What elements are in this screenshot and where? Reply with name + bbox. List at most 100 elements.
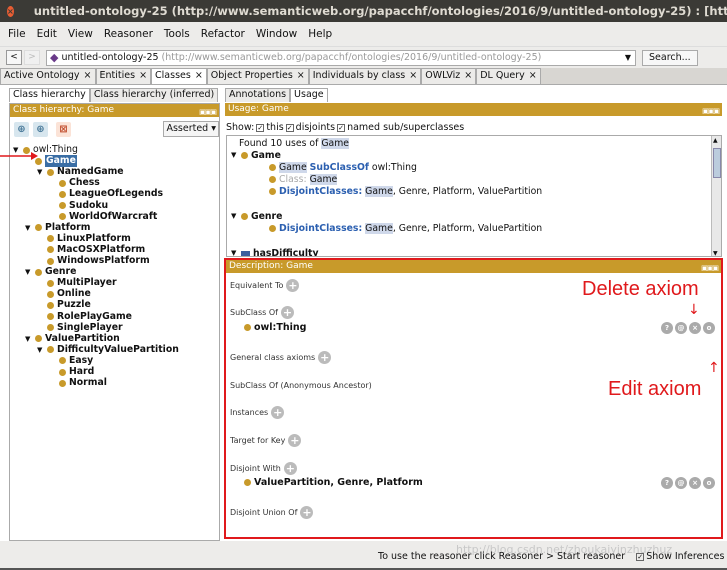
edit-axiom-icon[interactable]: o [703,322,715,334]
named-superclasses-checkbox[interactable]: ✓ [337,123,346,132]
description-header: Description: Game ▣▣▣ [226,260,721,273]
menu-file[interactable]: File [8,28,26,40]
status-bar: http://blog.csdn.net/zhoukaiyinzhuzhuz T… [0,541,727,570]
disjoint-axiom[interactable]: ValuePartition, Genre, Platform [244,477,423,488]
scroll-down-icon[interactable]: ▼ [713,250,718,256]
class-icon [244,324,251,331]
expand-toggle-icon[interactable]: ▼ [37,344,46,356]
delete-class-icon[interactable]: ⊠ [56,121,71,137]
panel-controls-icon[interactable]: ▣▣▣ [701,262,719,275]
class-icon [47,290,54,298]
class-icon [47,324,54,332]
section-subclass-anonymous: SubClass Of (Anonymous Ancestor) [230,381,372,390]
add-general-axiom-icon[interactable]: + [318,351,332,364]
object-property-icon [241,250,250,256]
dropdown-arrow-icon[interactable]: ▼ [625,53,631,62]
usage-row[interactable]: DisjointClasses: Game, Genre, Platform, … [269,185,542,197]
expand-toggle-icon[interactable]: ▼ [25,222,34,234]
scroll-up-icon[interactable]: ▲ [713,137,718,144]
menu-view[interactable]: View [68,28,93,40]
tab-class-hierarchy-inferred[interactable]: Class hierarchy (inferred) [89,88,219,102]
back-button[interactable]: < [6,50,22,65]
close-tab-icon[interactable]: × [84,70,92,81]
usage-row[interactable]: Class: Game [269,173,338,185]
section-equivalent-to: Equivalent To + [230,279,300,292]
delete-axiom-annotation: Delete axiom [582,278,699,300]
expand-toggle-icon[interactable]: ▼ [37,166,46,178]
tab-usage[interactable]: Usage [290,88,328,102]
class-icon [269,224,276,232]
tab-classes[interactable]: Classes × [151,68,207,84]
forward-button[interactable]: > [24,50,40,65]
close-window-icon[interactable]: × [7,5,14,17]
add-instance-icon[interactable]: + [271,406,285,419]
subclass-axiom[interactable]: owl:Thing [244,322,306,333]
scroll-thumb[interactable] [713,148,721,178]
close-tab-icon[interactable]: × [464,70,472,81]
usage-row[interactable]: Game SubClassOf owl:Thing [269,161,417,173]
delete-axiom-icon[interactable]: × [689,322,701,334]
expand-toggle-icon[interactable]: ▼ [25,333,34,345]
menu-refactor[interactable]: Refactor [201,28,245,40]
menu-reasoner[interactable]: Reasoner [104,28,153,40]
expand-toggle-icon[interactable]: ▼ [25,266,34,278]
menu-edit[interactable]: Edit [37,28,57,40]
usage-group-game[interactable]: ▼ Game [231,149,281,161]
add-disjoint-icon[interactable]: + [283,462,297,475]
add-superclass-icon[interactable]: + [280,306,294,319]
search-button[interactable]: Search... [642,49,698,66]
tab-individuals-by-class[interactable]: Individuals by class × [308,68,422,84]
class-icon [47,301,54,309]
explain-axiom-icon[interactable]: @ [675,322,687,334]
add-disjoint-union-icon[interactable]: + [300,506,314,519]
close-tab-icon[interactable]: × [139,70,147,81]
usage-row[interactable]: DisjointClasses: Game, Genre, Platform, … [269,222,542,234]
class-icon [35,335,42,343]
tab-active-ontology[interactable]: Active Ontology × [0,68,96,84]
tab-class-hierarchy[interactable]: Class hierarchy [9,88,90,102]
close-tab-icon[interactable]: × [297,70,305,81]
panel-controls-icon[interactable]: ▣▣▣ [702,105,720,118]
up-arrow-icon: ↑ [708,360,720,376]
usage-group-hasdifficulty[interactable]: ▼ hasDifficulty [231,247,319,257]
tab-owlviz[interactable]: OWLViz × [421,68,477,84]
tab-entities[interactable]: Entities × [95,68,152,84]
menu-tools[interactable]: Tools [164,28,190,40]
disjoints-checkbox[interactable]: ✓ [285,123,294,132]
ontology-name: untitled-ontology-25 [61,52,159,63]
usage-group-genre[interactable]: ▼ Genre [231,210,282,222]
class-icon [47,257,54,265]
add-subclass-icon[interactable]: ⊕ [14,121,29,137]
section-disjoint-union-of: Disjoint Union Of + [230,506,314,519]
add-equivalent-icon[interactable]: + [286,279,300,292]
down-arrow-icon: ↓ [688,302,700,318]
show-inferences-checkbox[interactable]: ✓ [636,553,645,561]
class-label: Normal [69,377,107,389]
tab-dl-query[interactable]: DL Query × [476,68,541,84]
tab-object-properties[interactable]: Object Properties × [206,68,309,84]
usage-scrollbar[interactable]: ▲ ▼ [711,136,721,256]
delete-axiom-icon[interactable]: × [689,477,701,489]
usage-filter-row: Show: ✓ this ✓ disjoints ✓ named sub/superc… [226,122,465,133]
close-tab-icon[interactable]: × [195,70,203,81]
asserted-selector[interactable]: Asserted ▾ [163,121,219,137]
class-tree-node[interactable]: Normal [49,377,107,389]
this-checkbox[interactable]: ✓ [256,123,265,132]
edit-axiom-icon[interactable]: o [703,477,715,489]
close-tab-icon[interactable]: × [529,70,537,81]
tab-annotations[interactable]: Annotations [225,88,291,102]
annotate-axiom-icon[interactable]: ? [661,322,673,334]
ontology-selector[interactable]: ◆ untitled-ontology-25 (http://www.seman… [46,49,636,66]
ontology-diamond-icon: ◆ [50,51,59,64]
add-sibling-class-icon[interactable]: ⊕ [33,121,48,137]
class-icon [47,168,54,176]
annotate-axiom-icon[interactable]: ? [661,477,673,489]
usage-header: Usage: Game ▣▣▣ [225,103,722,116]
close-tab-icon[interactable]: × [409,70,417,81]
add-key-icon[interactable]: + [288,434,302,447]
explain-axiom-icon[interactable]: @ [675,477,687,489]
menu-help[interactable]: Help [308,28,332,40]
menu-window[interactable]: Window [256,28,297,40]
status-text: To use the reasoner click Reasoner > Sta… [378,551,725,562]
menu-bar: File Edit View Reasoner Tools Refactor W… [0,22,727,46]
